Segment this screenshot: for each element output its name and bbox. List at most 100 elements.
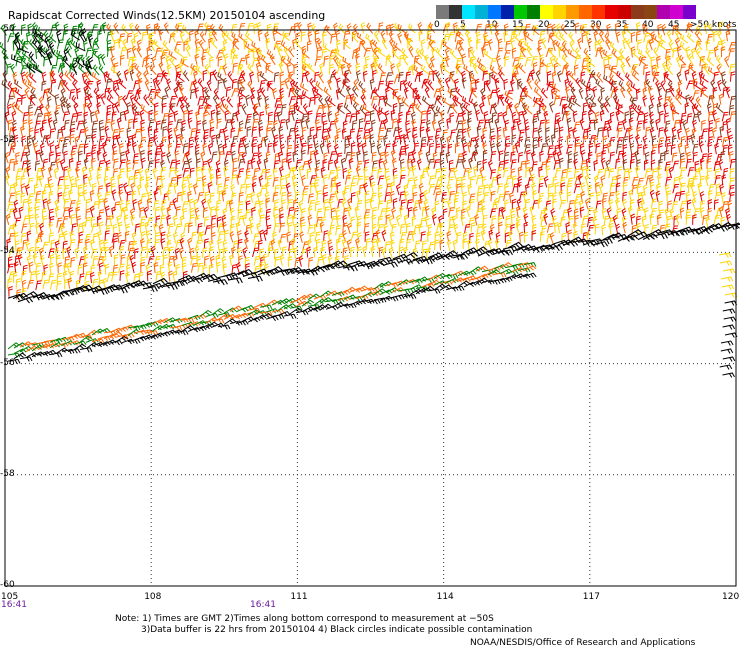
wind-barb [294,134,300,145]
wind-barb [56,29,62,43]
wind-barb [154,206,160,218]
wind-barb [321,239,327,251]
wind-barb [287,222,293,233]
wind-barb [251,152,259,163]
wind-barb [487,238,493,251]
wind-barb [510,79,515,91]
wind-barb [707,141,713,153]
wind-barb [223,53,229,65]
wind-barb [517,152,524,163]
wind-barb [105,159,111,171]
wind-barb [399,205,404,217]
wind-barb [216,261,221,273]
wind-barb [686,80,694,90]
wind-barb [100,93,106,105]
wind-barb [622,221,628,234]
wind-barb [21,270,27,281]
wind-barb [84,271,91,282]
wind-barb [68,207,74,219]
wind-barb [596,71,604,83]
wind-barb [71,150,76,162]
wind-barb [706,167,712,179]
wind-barb [666,190,672,201]
wind-barb [420,64,429,75]
credit-line: NOAA/NESDIS/Office of Research and Appli… [470,638,696,648]
wind-barb [426,119,431,132]
wind-barb [222,143,228,155]
wind-barb [139,176,145,188]
wind-barb [267,142,273,154]
wind-barb [197,262,204,273]
wind-barb [32,38,40,51]
wind-barb [370,142,376,154]
wind-barb [567,158,573,170]
longitude-label: 114 [436,592,454,602]
wind-barb [128,22,134,34]
wind-barb [552,39,558,52]
wind-barb [477,119,484,130]
wind-barb [140,104,149,114]
wind-barb [539,119,546,130]
wind-barb [494,77,500,90]
wind-barb [643,32,651,43]
wind-barb [154,239,160,250]
wind-barb [20,125,25,137]
wind-barb [263,135,269,148]
wind-barb [15,278,21,289]
wind-barb [404,144,410,156]
wind-barb [120,254,126,265]
wind-barb [604,95,611,107]
wind-barb [238,192,244,203]
wind-barb [27,177,34,188]
wind-barb [596,23,604,34]
wind-barb [728,184,735,195]
wind-barb [358,118,364,129]
wind-barb [17,297,34,304]
wind-barb [21,223,28,234]
wind-barb [483,49,493,60]
wind-barb [187,117,193,130]
wind-barb [442,198,448,209]
wind-barb [200,165,206,178]
wind-barb [663,127,669,139]
wind-barb [433,283,447,291]
wind-barb [158,61,164,74]
wind-barb [516,120,522,132]
wind-barb [33,142,38,154]
wind-barb [131,261,137,274]
wind-barb [420,231,426,242]
wind-barb [190,231,197,242]
wind-barb [316,256,324,267]
wind-barb [364,198,370,210]
wind-barb [698,141,704,153]
wind-barb [231,167,238,178]
wind-barb [112,264,119,275]
wind-barb [569,71,577,82]
wind-barb [424,205,430,217]
wind-barb [323,152,328,164]
wind-barb [475,232,481,244]
wind-barb [371,119,376,131]
wind-barb [134,223,141,234]
wind-barb [537,136,543,148]
wind-barb [286,231,292,243]
wind-barb [392,198,398,210]
wind-barb [433,159,441,169]
wind-barb [125,149,130,161]
wind-barb [91,328,104,336]
wind-barb [461,23,470,33]
wind-barb [72,62,78,75]
wind-barb [83,143,89,155]
wind-barb [637,177,644,188]
wind-barb [439,222,445,235]
wind-barb [113,254,119,266]
wind-barb [532,190,537,202]
wind-barb [538,166,543,178]
wind-barb [78,150,83,162]
wind-barb [69,239,76,250]
wind-barb [202,207,208,218]
wind-barb [391,207,397,219]
wind-barb [238,255,243,267]
wind-barb [587,109,593,122]
wind-barb [63,166,69,177]
